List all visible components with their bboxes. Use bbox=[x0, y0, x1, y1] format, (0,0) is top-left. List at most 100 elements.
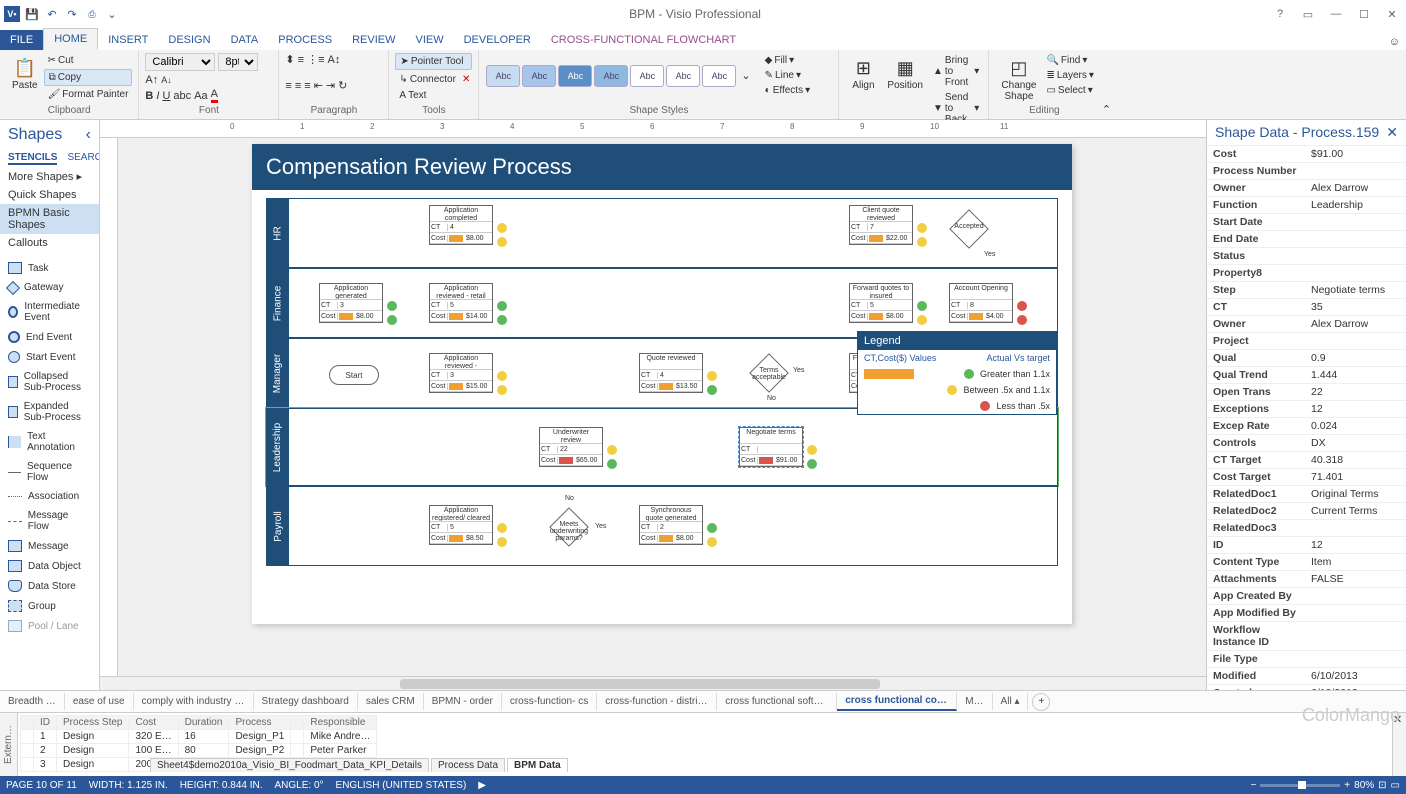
tab-home[interactable]: HOME bbox=[43, 28, 98, 50]
cancel-connector-icon[interactable]: ✕ bbox=[462, 74, 470, 85]
help-icon[interactable]: ? bbox=[1270, 8, 1290, 21]
lane-finance[interactable]: Finance Application generated CT3 Cost$8… bbox=[266, 268, 1058, 338]
align-mid-icon[interactable]: ≡ bbox=[298, 54, 304, 66]
underline-icon[interactable]: U bbox=[162, 90, 170, 102]
fit-width-icon[interactable]: ▭ bbox=[1391, 780, 1400, 791]
tab-insert[interactable]: INSERT bbox=[98, 30, 158, 50]
font-size-select[interactable]: 8pt bbox=[218, 53, 258, 71]
page-tab[interactable]: cross-function - distribution bbox=[597, 693, 717, 710]
shape-data-row[interactable]: StepNegotiate terms bbox=[1207, 282, 1406, 299]
select-button[interactable]: ▭ Select ▾ bbox=[1042, 83, 1097, 98]
style-swatch-2[interactable]: Abc bbox=[522, 65, 556, 87]
shape-data-row[interactable]: ControlsDX bbox=[1207, 435, 1406, 452]
proc-negotiate-terms[interactable]: Negotiate terms CT Cost$91.00 bbox=[739, 427, 803, 467]
shape-task[interactable]: Task bbox=[0, 258, 99, 278]
shape-message-flow[interactable]: Message Flow bbox=[0, 506, 99, 536]
find-button[interactable]: 🔍 Find ▾ bbox=[1042, 53, 1097, 68]
shape-data-row[interactable]: CT35 bbox=[1207, 299, 1406, 316]
page-tab-active[interactable]: cross functional compen… bbox=[837, 692, 957, 711]
effects-button[interactable]: ◐ Effects ▾ bbox=[761, 83, 814, 98]
ribbon-collapse-icon[interactable]: ▭ bbox=[1298, 8, 1318, 21]
shape-data-row[interactable]: Created6/10/2013 bbox=[1207, 685, 1406, 690]
shape-message[interactable]: Message bbox=[0, 536, 99, 556]
strike-icon[interactable]: abc bbox=[173, 90, 191, 102]
shape-data-row[interactable]: End Date bbox=[1207, 231, 1406, 248]
indent-inc-icon[interactable]: ⇥ bbox=[326, 79, 335, 92]
style-swatch-5[interactable]: Abc bbox=[630, 65, 664, 87]
shape-data-object[interactable]: Data Object bbox=[0, 556, 99, 576]
shape-data-row[interactable]: Content TypeItem bbox=[1207, 554, 1406, 571]
shape-data-row[interactable]: RelatedDoc3 bbox=[1207, 520, 1406, 537]
shape-gateway[interactable]: Gateway bbox=[0, 278, 99, 297]
tab-developer[interactable]: DEVELOPER bbox=[454, 30, 541, 50]
bullets-icon[interactable]: ⋮≡ bbox=[307, 53, 324, 66]
copy-button[interactable]: ⧉ Copy bbox=[44, 69, 133, 86]
shrink-font-icon[interactable]: A↓ bbox=[161, 75, 172, 85]
page-tab[interactable]: sales CRM bbox=[358, 693, 424, 710]
sheet-tab[interactable]: Process Data bbox=[431, 758, 505, 772]
style-swatch-1[interactable]: Abc bbox=[486, 65, 520, 87]
page-tab[interactable]: Strategy dashboard bbox=[254, 693, 358, 710]
shape-data-row[interactable]: CT Target40.318 bbox=[1207, 452, 1406, 469]
shape-end-event[interactable]: End Event bbox=[0, 327, 99, 347]
shape-data-row[interactable]: Qual Trend1.444 bbox=[1207, 367, 1406, 384]
redo-icon[interactable]: ↷ bbox=[64, 6, 80, 22]
shape-data-row[interactable]: Excep Rate0.024 bbox=[1207, 418, 1406, 435]
style-gallery-more-icon[interactable]: ⌄ bbox=[737, 69, 754, 82]
shape-data-grid[interactable]: Cost$91.00Process NumberOwnerAlex Darrow… bbox=[1207, 146, 1406, 690]
shape-data-row[interactable]: Project bbox=[1207, 333, 1406, 350]
shape-pool-lane[interactable]: Pool / Lane bbox=[0, 616, 99, 636]
page-tab[interactable]: comply with industry stand… bbox=[134, 693, 254, 710]
shape-data-row[interactable]: Start Date bbox=[1207, 214, 1406, 231]
shape-text-annotation[interactable]: Text Annotation bbox=[0, 427, 99, 457]
shape-data-row[interactable]: Cost$91.00 bbox=[1207, 146, 1406, 163]
gateway-terms-acceptable[interactable]: Terms acceptable bbox=[749, 353, 789, 393]
format-painter-button[interactable]: 🖌 Format Painter bbox=[44, 87, 133, 102]
shape-data-row[interactable]: App Modified By bbox=[1207, 605, 1406, 622]
indent-dec-icon[interactable]: ⇤ bbox=[314, 79, 323, 92]
proc-sync-quote[interactable]: Synchronous quote generated CT2 Cost$8.0… bbox=[639, 505, 703, 545]
shape-data-row[interactable]: OwnerAlex Darrow bbox=[1207, 316, 1406, 333]
callouts-stencil[interactable]: Callouts bbox=[0, 234, 99, 252]
page-tab[interactable]: BPMN - order bbox=[424, 693, 502, 710]
lane-hr[interactable]: HR Application completed CT4 Cost$8.00 C… bbox=[266, 198, 1058, 268]
paste-button[interactable]: 📋Paste bbox=[6, 53, 44, 102]
status-language[interactable]: ENGLISH (UNITED STATES) bbox=[336, 780, 467, 791]
page-tab[interactable]: Breadth … bbox=[0, 693, 65, 710]
gateway-accepted[interactable]: Accepted bbox=[949, 209, 989, 249]
shape-data-row[interactable]: File Type bbox=[1207, 651, 1406, 668]
add-page-button[interactable]: + bbox=[1032, 693, 1050, 711]
bold-icon[interactable]: B bbox=[145, 90, 153, 102]
shape-data-close-icon[interactable]: ✕ bbox=[1386, 124, 1398, 141]
shape-collapsed-subprocess[interactable]: Collapsed Sub-Process bbox=[0, 367, 99, 397]
change-shape-button[interactable]: ◰Change Shape bbox=[995, 53, 1042, 105]
align-top-icon[interactable]: ⬍ bbox=[285, 53, 294, 66]
shape-expanded-subprocess[interactable]: Expanded Sub-Process bbox=[0, 397, 99, 427]
shape-data-row[interactable]: Qual0.9 bbox=[1207, 350, 1406, 367]
shape-data-row[interactable]: AttachmentsFALSE bbox=[1207, 571, 1406, 588]
shape-data-row[interactable]: RelatedDoc2Current Terms bbox=[1207, 503, 1406, 520]
shape-sequence-flow[interactable]: Sequence Flow bbox=[0, 457, 99, 487]
shape-data-store[interactable]: Data Store bbox=[0, 576, 99, 596]
tab-data[interactable]: DATA bbox=[221, 30, 269, 50]
page-tab[interactable]: cross-function- cs bbox=[502, 693, 597, 710]
tab-cross-functional[interactable]: CROSS-FUNCTIONAL FLOWCHART bbox=[541, 30, 746, 50]
cut-button[interactable]: ✂ Cut bbox=[44, 53, 133, 68]
horizontal-scrollbar[interactable] bbox=[100, 676, 1206, 690]
print-icon[interactable]: ⎙ bbox=[84, 6, 100, 22]
bring-to-front-button[interactable]: ▲ Bring to Front ▾ bbox=[929, 53, 983, 90]
shape-data-row[interactable]: Property8 bbox=[1207, 265, 1406, 282]
proc-app-reviewed-retail[interactable]: Application reviewed - retail CT5 Cost$1… bbox=[429, 283, 493, 323]
shapes-collapse-icon[interactable]: ‹ bbox=[86, 126, 91, 144]
font-name-select[interactable]: Calibri bbox=[145, 53, 215, 71]
page-tab[interactable]: ease of use bbox=[65, 693, 134, 710]
shape-association[interactable]: Association bbox=[0, 487, 99, 506]
minimize-icon[interactable]: — bbox=[1326, 8, 1346, 21]
align-left-icon[interactable]: ≡ bbox=[285, 80, 291, 92]
tab-view[interactable]: VIEW bbox=[405, 30, 453, 50]
undo-icon[interactable]: ↶ bbox=[44, 6, 60, 22]
shape-data-row[interactable]: Status bbox=[1207, 248, 1406, 265]
pointer-tool-button[interactable]: ➤ Pointer Tool bbox=[395, 53, 472, 70]
page-tab[interactable]: cross functional software d… bbox=[717, 693, 837, 710]
proc-forward-insured[interactable]: Forward quotes to insured CT5 Cost$8.00 bbox=[849, 283, 913, 323]
